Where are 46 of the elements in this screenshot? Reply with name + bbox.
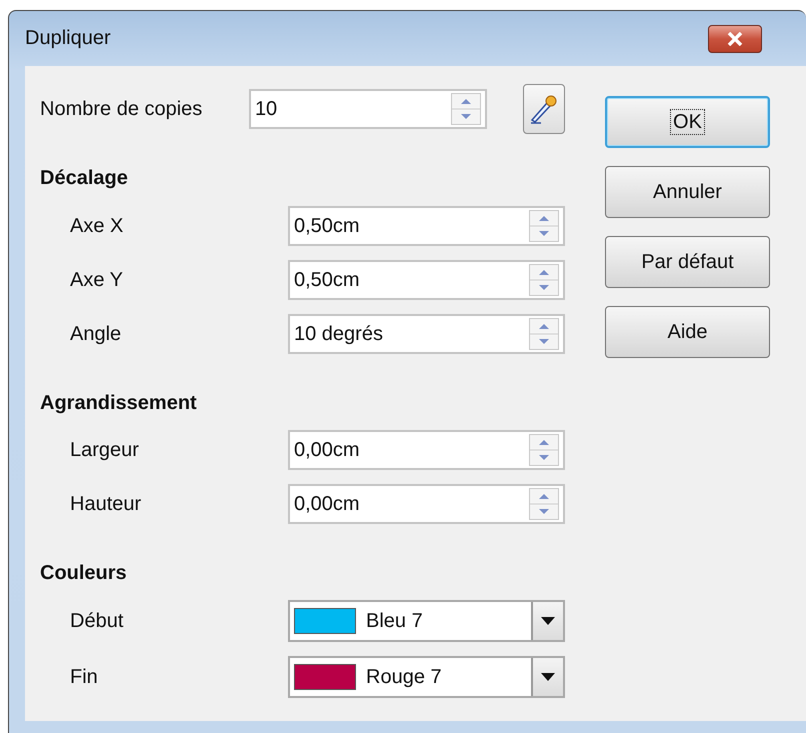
field-label: Angle [70, 322, 122, 346]
caret-icon [541, 673, 555, 681]
spin-field[interactable]: 0,00cm [288, 430, 565, 470]
field-label: Hauteur [70, 492, 142, 516]
color-dropdown[interactable]: Bleu 7 [288, 600, 565, 642]
color-dropdown[interactable]: Rouge 7 [288, 656, 565, 698]
dropdown-value: Bleu 7 [366, 610, 424, 632]
spin-field[interactable]: 0,50cm [288, 206, 565, 246]
copies-label: Nombre de copies [40, 98, 204, 120]
spin-buttons[interactable] [529, 488, 559, 520]
spin-field[interactable]: 0,50cm [288, 260, 565, 300]
spin-buttons[interactable] [529, 434, 559, 466]
dropdown-button[interactable] [531, 602, 563, 640]
dialog-button[interactable]: Aide [605, 306, 770, 358]
pipette-button[interactable] [522, 84, 565, 134]
dialog-button[interactable]: Par défaut [605, 236, 770, 288]
dropdown-button[interactable] [531, 658, 563, 696]
spin-buttons[interactable] [529, 318, 559, 350]
dialog-button[interactable]: OK [605, 96, 770, 148]
spin-buttons[interactable] [450, 93, 481, 125]
close-icon [727, 32, 743, 46]
section-heading: Couleurs [40, 561, 128, 586]
field-value: 0,50cm [294, 268, 361, 292]
field-label: Début [70, 610, 124, 632]
field-label: Largeur [70, 438, 140, 462]
field-label: Axe X [70, 214, 124, 238]
spin-buttons[interactable] [529, 210, 559, 242]
dropdown-value: Rouge 7 [366, 666, 443, 688]
spin-buttons[interactable] [529, 264, 559, 296]
field-value: 10 [254, 98, 278, 120]
field-value: 0,50cm [294, 214, 361, 238]
dialog-button[interactable]: Annuler [605, 166, 770, 218]
caret-icon [541, 617, 555, 625]
spin-field[interactable]: 0,00cm [288, 484, 565, 524]
field-value: 10 degrés [294, 322, 384, 346]
field-label: Fin [70, 666, 99, 688]
window-title: Dupliquer [25, 27, 112, 50]
close-button[interactable] [708, 24, 762, 52]
field-label: Axe Y [70, 268, 124, 292]
field-value: 0,00cm [294, 438, 361, 462]
copies-field[interactable]: 10 [248, 89, 487, 129]
field-value: 0,00cm [294, 492, 361, 516]
section-heading: Agrandissement [40, 391, 198, 416]
section-heading: Décalage [40, 166, 129, 191]
pipette-icon [528, 93, 559, 125]
spin-field[interactable]: 10 degrés [288, 314, 565, 354]
